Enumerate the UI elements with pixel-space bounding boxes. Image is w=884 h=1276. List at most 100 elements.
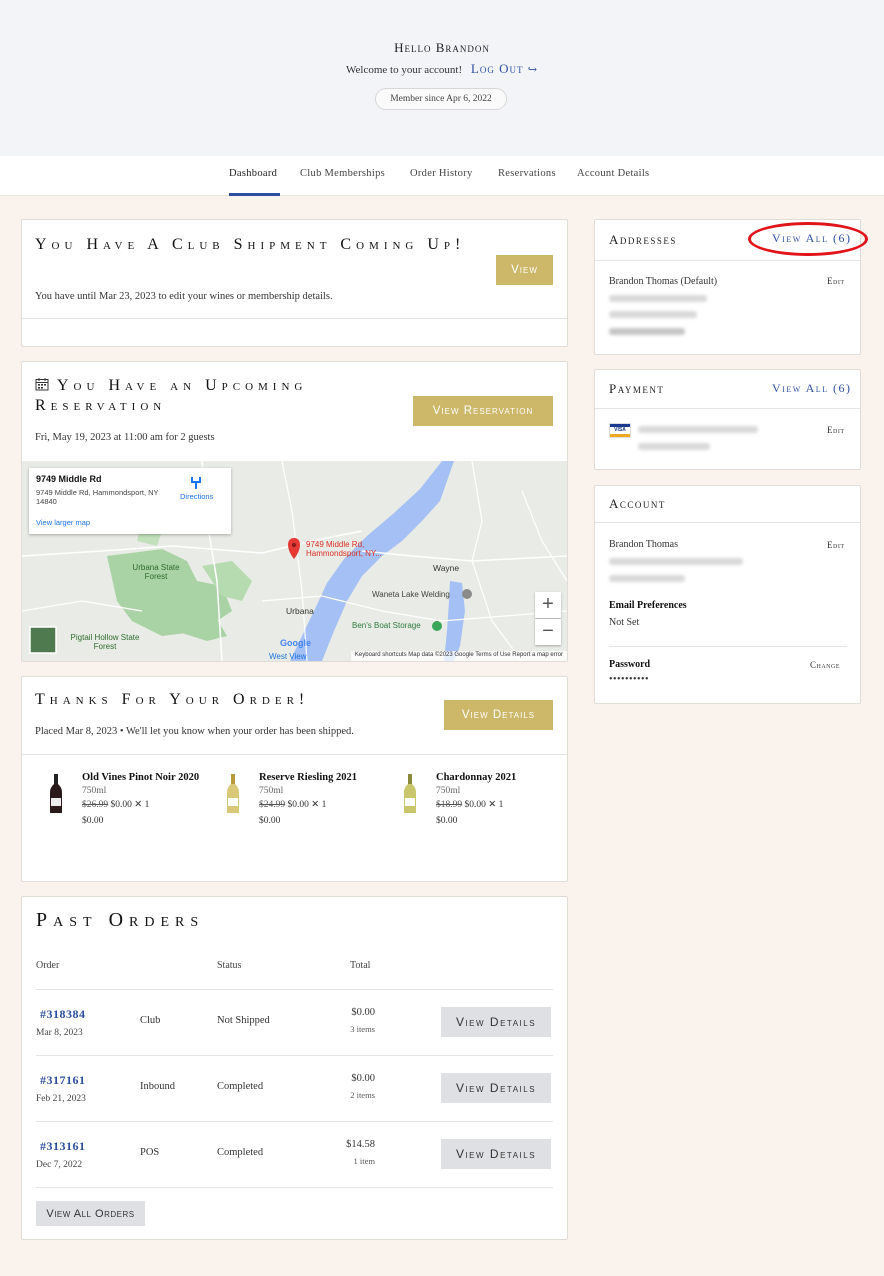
logout-label: Log Out (470, 61, 524, 76)
redacted-card-expiry (638, 443, 710, 450)
bottle-chardonnay-icon (403, 774, 417, 819)
map-label-west-view: West View (269, 652, 307, 661)
past-orders-card: Past Orders Order Status Total #318384 M… (21, 896, 568, 1240)
map-label-urbana: Urbana (286, 606, 314, 616)
map-label-wayne: Wayne (433, 563, 460, 573)
directions-link[interactable]: Directions (180, 492, 213, 501)
view-reservation-button[interactable]: View Reservation (413, 396, 553, 426)
divider (595, 408, 860, 409)
payment-title: Payment (609, 381, 665, 396)
logout-link[interactable]: Log Out ↪ (471, 61, 538, 76)
account-title: Account (609, 496, 666, 511)
payment-card: Payment View All (6) VISA Edit (594, 369, 861, 470)
shipment-text: You have until Mar 23, 2023 to edit your… (35, 291, 333, 302)
divider (36, 1187, 553, 1188)
order-item-1: Old Vines Pinot Noir 2020 750ml $26.99 $… (82, 770, 202, 826)
default-address-name: Brandon Thomas (Default) (609, 276, 718, 287)
order-number-link[interactable]: #313161 (40, 1139, 86, 1154)
redacted-phone (609, 575, 685, 582)
map-label-boat: Ben's Boat Storage (352, 621, 421, 630)
order-item-count: 2 items (350, 1090, 375, 1100)
map-embed[interactable]: 9749 Middle Rd, Hammondsport, NY... Urba… (22, 461, 567, 661)
zoom-in-button[interactable]: + (535, 592, 561, 618)
payment-view-all-link[interactable]: View All (6) (772, 381, 852, 396)
google-logo: Google (280, 638, 311, 648)
view-all-orders-button[interactable]: View All Orders (36, 1201, 145, 1226)
map-info-window: 9749 Middle Rd 9749 Middle Rd, Hammondsp… (29, 468, 231, 534)
order-text: Placed Mar 8, 2023 • We'll let you know … (35, 726, 354, 737)
item-old-price: $18.99 (436, 800, 463, 810)
item-total: $0.00 (259, 816, 281, 826)
item-name: Old Vines Pinot Noir 2020 (82, 772, 200, 783)
redacted-address-line (609, 311, 697, 318)
col-header-order: Order (36, 960, 60, 971)
divider (36, 1121, 553, 1122)
order-item-count: 1 item (353, 1156, 375, 1166)
address-edit-link[interactable]: Edit (827, 276, 845, 286)
divider (609, 646, 847, 647)
order-date: Feb 21, 2023 (36, 1094, 86, 1104)
order-status: Not Shipped (217, 1015, 270, 1026)
tab-dashboard[interactable]: Dashboard (229, 168, 277, 179)
divider (36, 1055, 553, 1056)
past-orders-title: Past Orders (36, 909, 205, 931)
welcome-text: Welcome to your account! (346, 64, 463, 76)
password-label: Password (609, 659, 651, 670)
change-password-link[interactable]: Change (810, 660, 840, 670)
divider (595, 260, 860, 261)
item-size: 750ml (259, 786, 284, 796)
view-shipment-button[interactable]: View (496, 255, 553, 285)
reservation-card: You Have an Upcoming Reservation Fri, Ma… (21, 361, 568, 662)
redacted-card-number (638, 426, 758, 433)
zoom-out-button[interactable]: − (535, 619, 561, 645)
tab-account-details[interactable]: Account Details (577, 168, 649, 179)
tab-club-memberships[interactable]: Club Memberships (300, 168, 385, 179)
order-status: Completed (217, 1081, 264, 1092)
item-name: Chardonnay 2021 (436, 772, 517, 783)
map-place-address: 9749 Middle Rd, Hammondsport, NY 14840 (36, 488, 159, 506)
view-larger-map-link[interactable]: View larger map (36, 518, 90, 527)
item-size: 750ml (436, 786, 461, 796)
item-total: $0.00 (82, 816, 104, 826)
password-value: •••••••••• (609, 674, 650, 685)
divider (22, 318, 567, 319)
addresses-title: Addresses (609, 232, 677, 247)
item-price: $26.99 $0.00 ✕ 1 (82, 799, 202, 810)
account-edit-link[interactable]: Edit (827, 540, 845, 550)
payment-edit-link[interactable]: Edit (827, 425, 845, 435)
item-sale-price: $0.00 (287, 800, 309, 810)
bottle-riesling-icon (226, 774, 240, 819)
item-old-price: $24.99 (259, 800, 286, 810)
order-date: Dec 7, 2022 (36, 1160, 83, 1170)
account-nav: Dashboard Club Memberships Order History… (0, 156, 884, 196)
item-size: 750ml (82, 786, 107, 796)
visa-brand-text: VISA (614, 427, 626, 433)
greeting: Hello Brandon (394, 40, 490, 55)
item-price: $18.99 $0.00 ✕ 1 (436, 799, 556, 810)
tab-reservations[interactable]: Reservations (498, 168, 556, 179)
tab-order-history[interactable]: Order History (410, 168, 473, 179)
order-number-link[interactable]: #318384 (40, 1007, 86, 1022)
order-title: Thanks For Your Order! (35, 691, 310, 708)
member-since-badge: Member since Apr 6, 2022 (375, 88, 507, 110)
order-item-count: 3 items (350, 1024, 375, 1034)
logout-icon: ↪ (527, 64, 538, 76)
view-details-button[interactable]: View Details (441, 1139, 551, 1169)
item-price: $24.99 $0.00 ✕ 1 (259, 799, 389, 810)
col-header-status: Status (217, 960, 242, 971)
view-order-details-button[interactable]: View Details (444, 700, 553, 730)
view-details-button[interactable]: View Details (441, 1007, 551, 1037)
order-status: Completed (217, 1147, 264, 1158)
annotation-circle (748, 222, 868, 256)
order-total: $0.00 (351, 1007, 375, 1018)
item-sale-price: $0.00 (110, 800, 132, 810)
order-item-2: Reserve Riesling 2021 750ml $24.99 $0.00… (259, 770, 389, 826)
order-number-link[interactable]: #317161 (40, 1073, 86, 1088)
welcome-line: Welcome to your account! Log Out ↪ (0, 61, 884, 77)
order-item-3: Chardonnay 2021 750ml $18.99 $0.00 ✕ 1 $… (436, 770, 556, 826)
order-type: Inbound (140, 1081, 175, 1092)
view-details-button[interactable]: View Details (441, 1073, 551, 1103)
divider (36, 989, 553, 990)
account-header: Hello Brandon Welcome to your account! L… (0, 0, 884, 156)
redacted-phone (609, 328, 685, 335)
